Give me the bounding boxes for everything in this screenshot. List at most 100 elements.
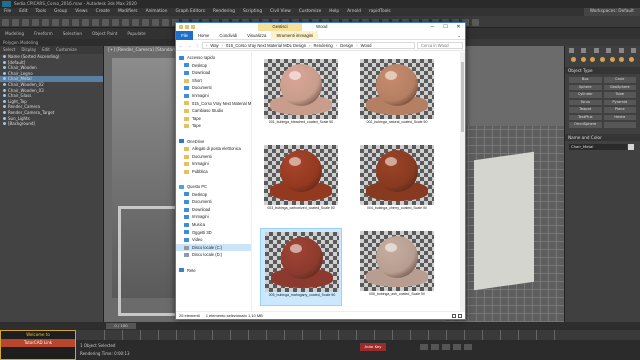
nav-item[interactable]: Immagini bbox=[176, 213, 251, 221]
back-arrow-icon[interactable]: ← bbox=[178, 43, 184, 48]
track-bar[interactable] bbox=[104, 330, 564, 340]
search-input[interactable]: Cerca in Wood bbox=[417, 41, 463, 49]
nav-item[interactable]: Documenti bbox=[176, 84, 251, 92]
visibility-eye-icon[interactable] bbox=[3, 60, 6, 64]
file-thumbnail[interactable]: 006_bubinga_ash_coated_Scale 50 bbox=[356, 228, 438, 306]
path-segment[interactable]: Way bbox=[210, 43, 218, 48]
up-arrow-icon[interactable]: ↑ bbox=[194, 43, 200, 48]
toolbar-tool-icon[interactable] bbox=[471, 18, 479, 26]
file-thumbnail[interactable]: 002_bubinga_natural_coated_Scale 50 bbox=[356, 56, 438, 134]
details-view-icon[interactable] bbox=[452, 313, 456, 318]
visibility-eye-icon[interactable] bbox=[3, 105, 6, 109]
primitive-button[interactable]: Teapot bbox=[569, 107, 602, 113]
nav-item[interactable]: 015_Corso Vray Next Material M bbox=[176, 100, 251, 108]
primitive-button[interactable]: Cylinder bbox=[569, 92, 602, 98]
ribbon-tab[interactable]: Condividi bbox=[214, 33, 242, 38]
toolbar-tool-icon[interactable] bbox=[101, 18, 109, 26]
scene-explorer-tab[interactable]: Select bbox=[3, 46, 15, 54]
play-icon[interactable] bbox=[442, 344, 450, 350]
nav-item[interactable]: Tape bbox=[176, 115, 251, 123]
visibility-eye-icon[interactable] bbox=[3, 110, 6, 114]
primitive-button[interactable]: OmniSphere bbox=[569, 122, 602, 128]
ribbon-tab[interactable]: Visualizza bbox=[242, 33, 271, 38]
nav-item[interactable]: Video bbox=[176, 236, 251, 244]
content-scrollbar[interactable] bbox=[460, 52, 465, 312]
primitive-button[interactable]: TextPlus bbox=[569, 114, 602, 120]
nav-item[interactable]: Desktop bbox=[176, 62, 251, 70]
nav-item[interactable]: Disco locale (C:) bbox=[176, 243, 251, 252]
object-color-swatch[interactable] bbox=[628, 143, 634, 150]
menu-item[interactable]: Civil View bbox=[266, 8, 295, 16]
folder-icon[interactable] bbox=[179, 25, 183, 29]
file-thumbnail[interactable]: 005_bubinga_mahogany_coated_Scale 50 bbox=[260, 228, 342, 306]
forward-arrow-icon[interactable]: → bbox=[186, 43, 192, 48]
time-slider[interactable]: 0 / 100 bbox=[0, 322, 640, 330]
go-to-start-icon[interactable] bbox=[420, 344, 428, 350]
ribbon-tab[interactable]: Strumenti immagini bbox=[271, 30, 319, 40]
toolbar-tool-icon[interactable] bbox=[21, 18, 29, 26]
minimize-button[interactable]: ─ bbox=[426, 23, 439, 31]
scrollbar-thumb[interactable] bbox=[461, 62, 464, 132]
rollout-name-color[interactable]: Name and Color bbox=[565, 133, 640, 141]
toolbar-tool-icon[interactable] bbox=[61, 18, 69, 26]
ribbon-tab[interactable]: Freeform bbox=[29, 28, 58, 39]
scene-object-row[interactable]: [Background] bbox=[0, 121, 103, 127]
nav-item[interactable]: Immagini bbox=[176, 160, 251, 168]
prev-frame-icon[interactable] bbox=[431, 344, 439, 350]
menu-item[interactable]: Modifiers bbox=[114, 8, 142, 16]
visibility-eye-icon[interactable] bbox=[3, 122, 6, 126]
visibility-eye-icon[interactable] bbox=[3, 71, 6, 75]
toolbar-tool-icon[interactable] bbox=[31, 18, 39, 26]
new-folder-icon[interactable] bbox=[191, 25, 195, 29]
nav-item[interactable]: Questo PC bbox=[176, 183, 251, 191]
maximize-button[interactable]: ☐ bbox=[439, 23, 452, 31]
nav-item[interactable]: OneDrive bbox=[176, 138, 251, 146]
primitive-button[interactable]: Pyramid bbox=[603, 99, 636, 105]
visibility-eye-icon[interactable] bbox=[3, 99, 6, 103]
primitive-button[interactable]: Plane bbox=[603, 107, 636, 113]
primitive-button[interactable]: Torus bbox=[569, 99, 602, 105]
scene-explorer-tab[interactable]: Edit bbox=[42, 46, 50, 54]
create-category-icons[interactable] bbox=[565, 55, 640, 64]
view-toggle[interactable] bbox=[452, 312, 465, 319]
primitive-button[interactable]: Cone bbox=[603, 77, 636, 83]
object-name-field[interactable]: Chair_Metal bbox=[569, 143, 627, 150]
scene-explorer-tab[interactable]: Display bbox=[21, 46, 36, 54]
menu-item[interactable]: Views bbox=[71, 8, 91, 16]
auto-key-button[interactable]: Auto Key bbox=[360, 343, 386, 351]
next-frame-icon[interactable] bbox=[453, 344, 461, 350]
primitive-button[interactable]: Sphere bbox=[569, 84, 602, 90]
toolbar-tool-icon[interactable] bbox=[41, 18, 49, 26]
primitive-button[interactable] bbox=[603, 122, 636, 128]
file-thumbnail[interactable]: 004_bubinga_cherry_coated_Scale 50 bbox=[356, 142, 438, 220]
menu-item[interactable]: Scripting bbox=[239, 8, 266, 16]
close-button[interactable]: ✕ bbox=[452, 23, 465, 31]
nav-item[interactable]: Musica bbox=[176, 221, 251, 229]
go-to-end-icon[interactable] bbox=[464, 344, 472, 350]
nav-item[interactable]: Desktop bbox=[176, 191, 251, 199]
visibility-eye-icon[interactable] bbox=[3, 94, 6, 98]
nav-item[interactable]: Allegati di posta elettronica bbox=[176, 145, 251, 153]
nav-item[interactable]: Download bbox=[176, 206, 251, 214]
large-icons-view-icon[interactable] bbox=[458, 313, 462, 318]
visibility-eye-icon[interactable] bbox=[3, 116, 6, 120]
toolbar-tool-icon[interactable] bbox=[81, 18, 89, 26]
menu-item[interactable]: Graph Editors bbox=[171, 8, 209, 16]
toolbar-tool-icon[interactable] bbox=[91, 18, 99, 26]
context-tab-manage[interactable]: Gestisci bbox=[258, 23, 302, 31]
ribbon-tab[interactable]: Selection bbox=[58, 28, 87, 39]
nav-item[interactable]: Oggetti 3D bbox=[176, 229, 251, 237]
scene-explorer-tab[interactable]: Customize bbox=[56, 46, 77, 54]
ribbon-tab[interactable]: File bbox=[176, 30, 193, 40]
primitive-button[interactable]: Box bbox=[569, 77, 602, 83]
menu-item[interactable]: Rendering bbox=[209, 8, 239, 16]
properties-icon[interactable] bbox=[185, 25, 189, 29]
nav-item[interactable]: Cambiaso Studio bbox=[176, 107, 251, 115]
toolbar-tool-icon[interactable] bbox=[141, 18, 149, 26]
menu-item[interactable]: File bbox=[0, 8, 15, 16]
workspace-selector[interactable]: Workspaces: Default bbox=[583, 8, 640, 16]
visibility-eye-icon[interactable] bbox=[3, 88, 6, 92]
toolbar-tool-icon[interactable] bbox=[121, 18, 129, 26]
primitive-button[interactable]: Hedra bbox=[603, 114, 636, 120]
primitive-button[interactable]: Tube bbox=[603, 92, 636, 98]
